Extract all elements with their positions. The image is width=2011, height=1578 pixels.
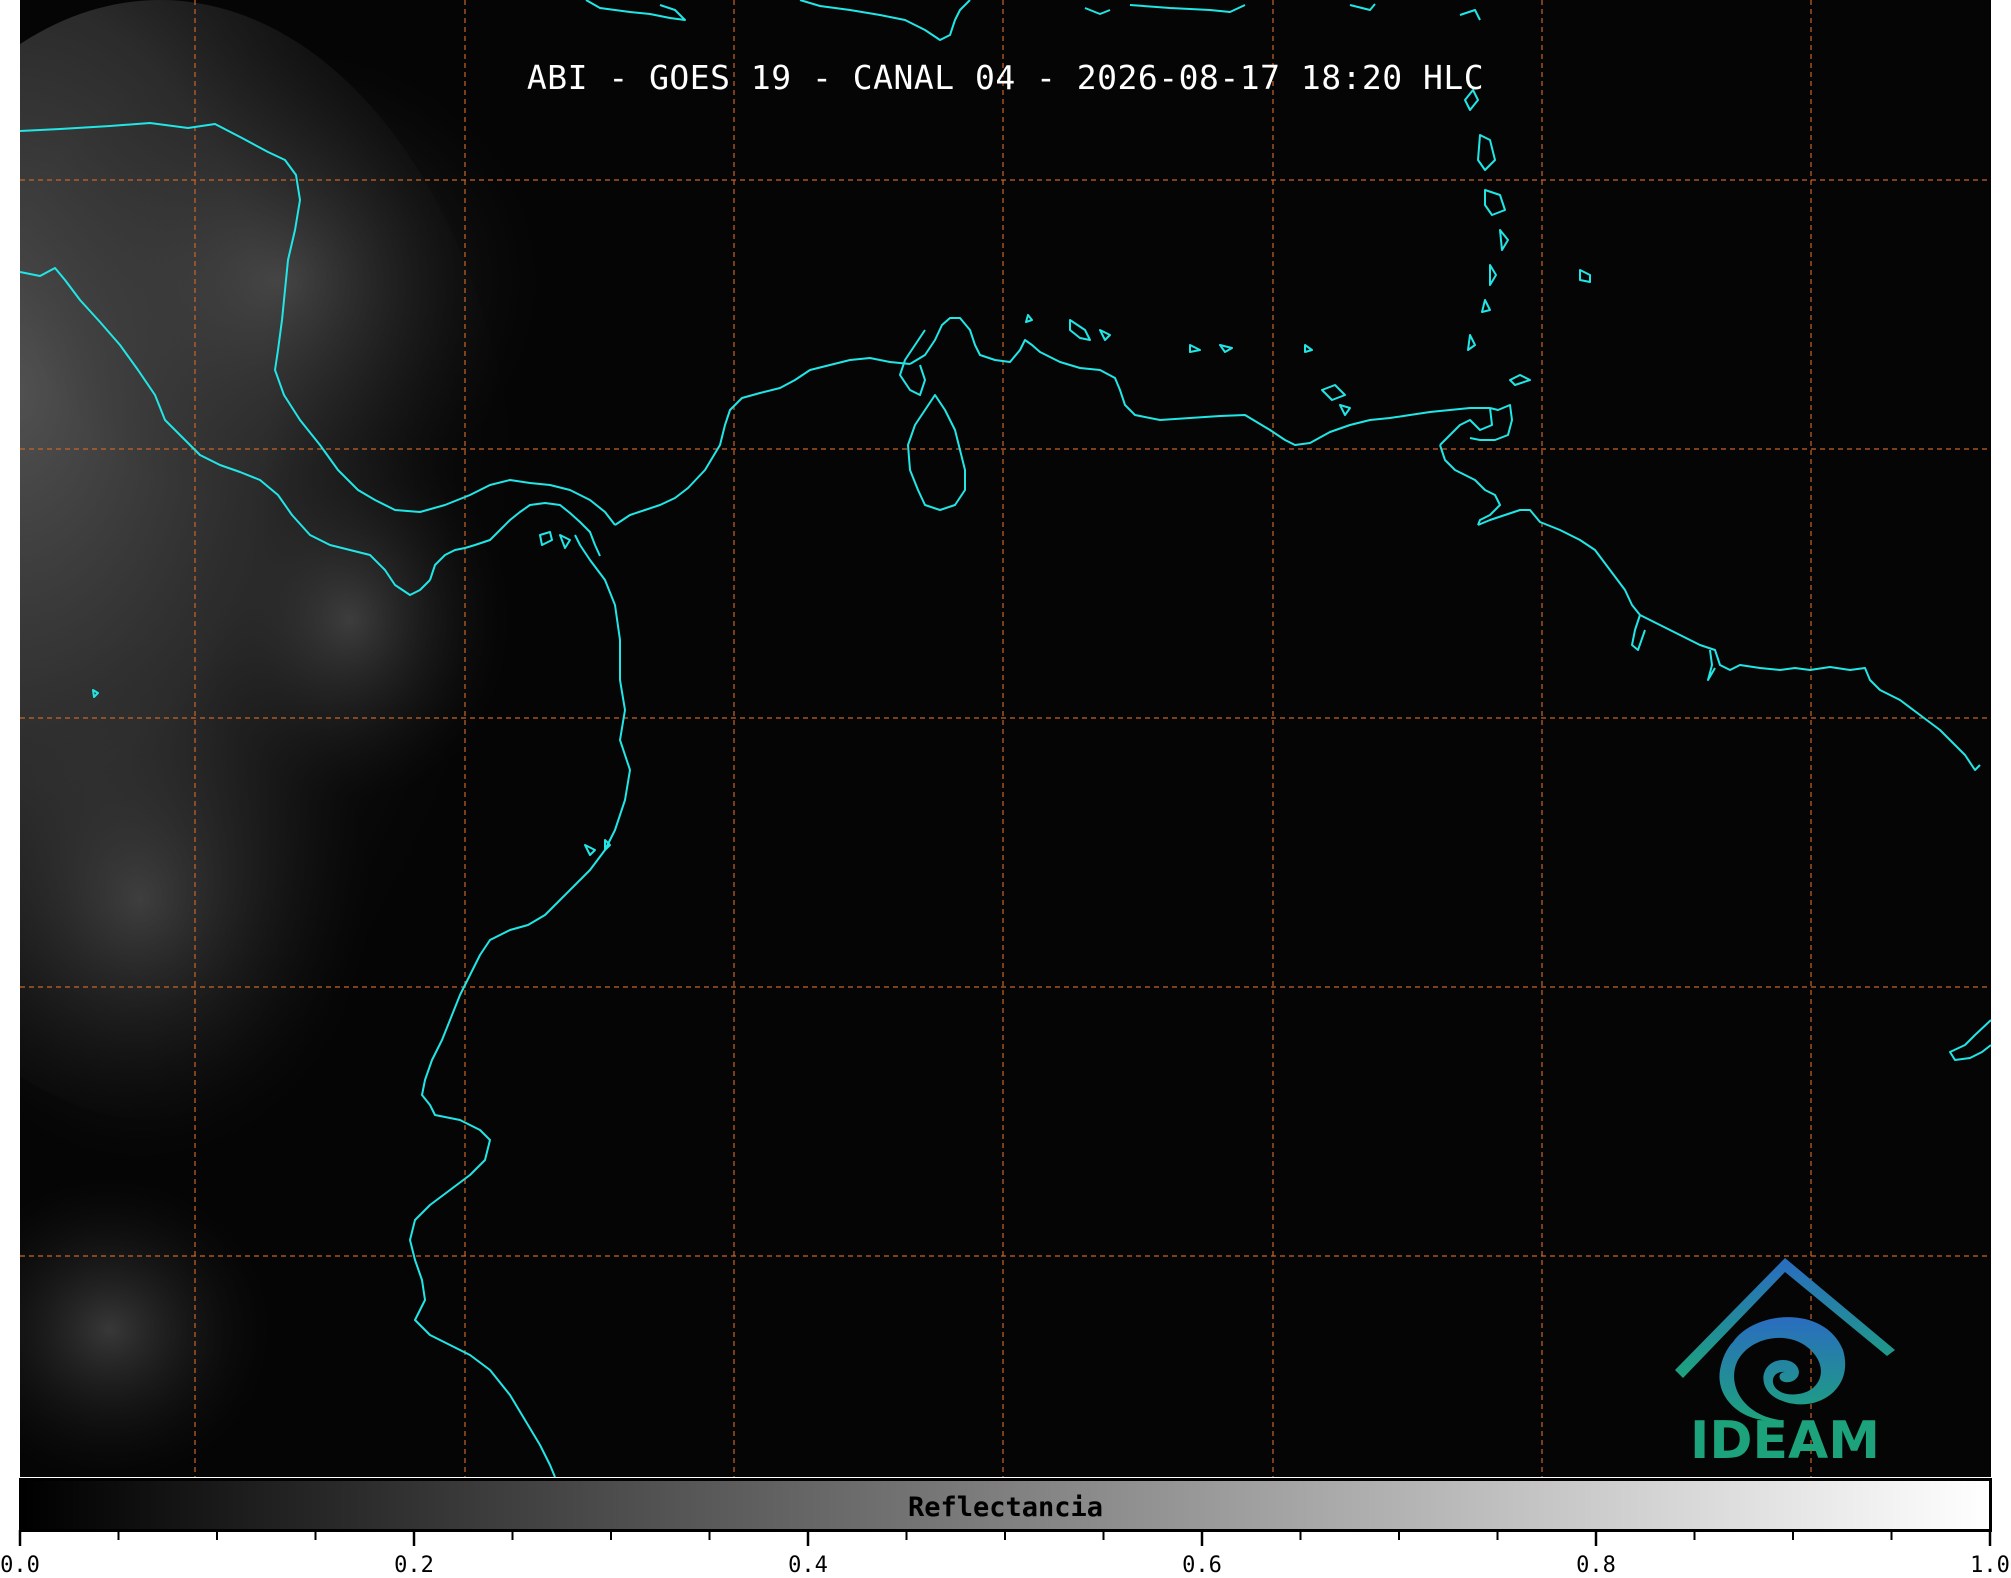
map-title: ABI - GOES 19 - CANAL 04 - 2026-08-17 18… — [526, 58, 1485, 97]
colorbar-tick-label: 0.0 — [0, 1553, 40, 1578]
colorbar-tick-label: 0.2 — [394, 1553, 434, 1578]
colorbar-ticks — [18, 1530, 1992, 1546]
ideam-logo: IDEAM — [1665, 1250, 1905, 1475]
logo-text: IDEAM — [1689, 1411, 1881, 1471]
colorbar: Reflectancia — [19, 1478, 1992, 1532]
satellite-map: ABI - GOES 19 - CANAL 04 - 2026-08-17 18… — [20, 0, 1991, 1477]
colorbar-tick-label: 0.6 — [1182, 1553, 1222, 1578]
ideam-mountain-spiral-icon — [1675, 1258, 1895, 1421]
colorbar-tick-label: 0.4 — [788, 1553, 828, 1578]
satellite-image-viewer: ABI - GOES 19 - CANAL 04 - 2026-08-17 18… — [0, 0, 2011, 1578]
colorbar-label: Reflectancia — [907, 1492, 1104, 1523]
colorbar-tick-label: 0.8 — [1576, 1553, 1616, 1578]
colorbar-tick-label: 1.0 — [1970, 1553, 2010, 1578]
